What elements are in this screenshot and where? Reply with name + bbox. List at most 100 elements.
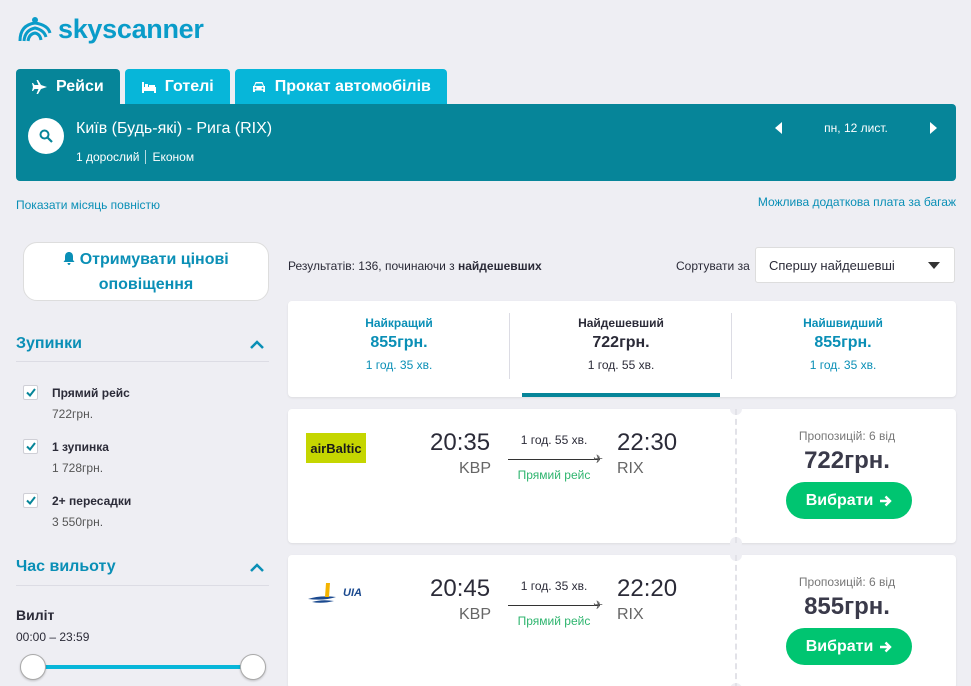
logo-sunrise-icon [18, 16, 52, 41]
departure-label: Виліт [16, 607, 55, 623]
summary-fastest[interactable]: Найшвидший 855грн. 1 год. 35 хв. [732, 301, 954, 397]
tab-hotels-label: Готелі [164, 77, 214, 95]
arrow-right-icon [880, 495, 893, 506]
divider [735, 409, 737, 543]
departure-slider-start-handle[interactable] [20, 654, 46, 680]
product-tabs: Рейси Готелі Прокат автомобілів [16, 69, 447, 104]
edit-search-button[interactable] [28, 118, 64, 154]
tab-car-hire[interactable]: Прокат автомобілів [234, 69, 447, 104]
airline-name: UIA [343, 587, 362, 599]
flight-result-card[interactable]: UIA 20:45 KBP 1 год. 35 хв. ✈ Прямий рей… [288, 549, 956, 686]
flight-price: 722грн. [804, 447, 890, 474]
departure-airport: KBP [459, 460, 492, 477]
tab-flights[interactable]: Рейси [16, 69, 120, 104]
car-icon [252, 81, 265, 92]
chevron-right-icon [930, 122, 937, 134]
departure-slider-end-handle[interactable] [240, 654, 266, 680]
results-count: Результатів: 136, починаючи з найдешевши… [288, 259, 542, 273]
stops-one-price: 1 728грн. [52, 461, 104, 475]
checkmark-icon [25, 496, 36, 505]
select-flight-button[interactable]: Вибрати [786, 482, 912, 519]
flight-price: 855грн. [804, 593, 890, 620]
bed-icon [141, 81, 156, 93]
next-date-button[interactable] [926, 121, 940, 135]
departure-time: 20:35 [430, 429, 491, 456]
divider [735, 555, 737, 686]
caret-down-icon [928, 262, 940, 269]
departure-time-filter-title[interactable]: Час вильоту [16, 558, 116, 576]
sort-label: Сортувати за [676, 259, 750, 273]
arrival-airport: RIX [617, 606, 644, 623]
show-whole-month-link[interactable]: Показати місяць повністю [16, 198, 160, 212]
airbaltic-logo: airBaltic [306, 433, 366, 463]
summary-best-title: Найкращий [365, 316, 433, 330]
uia-logo-mark-icon [308, 583, 336, 603]
price-alerts-line1: Отримувати цінові [79, 250, 229, 268]
summary-cheapest[interactable]: Найдешевший 722грн. 1 год. 55 хв. [510, 301, 732, 397]
departure-range: 00:00 – 23:59 [16, 630, 90, 644]
stops-info: Прямий рейс [517, 614, 591, 628]
summary-fastest-title: Найшвидший [803, 316, 883, 330]
stops-one-checkbox[interactable] [23, 439, 38, 454]
results-count-sort: найдешевших [458, 259, 542, 273]
passengers-text: 1 дорослий [76, 150, 140, 164]
route-text: Київ (Будь-які) - Рига (RIX) [76, 120, 273, 137]
flight-result-card[interactable]: airBaltic 20:35 KBP 1 год. 55 хв. ✈ Прям… [288, 403, 956, 549]
airline-name: airBaltic [310, 440, 362, 456]
selected-date[interactable]: пн, 12 лист. [786, 121, 926, 135]
stops-two-plus-label: 2+ пересадки [52, 494, 132, 508]
offers-count: Пропозицій: 6 від [798, 429, 896, 443]
divider [16, 361, 269, 362]
date-navigator: пн, 12 лист. [772, 121, 940, 135]
results-count-prefix: Результатів: 136, починаючи з [288, 259, 458, 273]
offers-count: Пропозицій: 6 від [798, 575, 896, 589]
summary-best-duration: 1 год. 35 хв. [365, 358, 433, 372]
arrow-right-icon [880, 641, 893, 652]
stops-one-label: 1 зупинка [52, 440, 109, 454]
departure-slider-track[interactable] [33, 665, 253, 669]
passenger-cabin-info: 1 дорослий Економ [76, 150, 194, 164]
price-alerts-button[interactable]: Отримувати цінові оповіщення [23, 242, 269, 301]
select-flight-label: Вибрати [805, 637, 874, 655]
cabin-text: Економ [152, 150, 195, 164]
chevron-up-icon[interactable] [249, 340, 265, 350]
summary-best-price: 855грн. [370, 334, 428, 351]
plane-icon: ✈ [593, 598, 604, 612]
departure-time: 20:45 [430, 575, 491, 602]
tab-hotels[interactable]: Готелі [124, 69, 230, 104]
previous-date-button[interactable] [772, 121, 786, 135]
checkmark-icon [25, 388, 36, 397]
plane-icon [32, 79, 47, 94]
flight-duration: 1 год. 55 хв. [520, 433, 588, 447]
arrival-time: 22:30 [617, 429, 678, 456]
stops-info: Прямий рейс [517, 468, 591, 482]
selected-tab-indicator [522, 393, 720, 397]
summary-cheapest-title: Найдешевший [578, 316, 664, 330]
summary-fastest-duration: 1 год. 35 хв. [809, 358, 877, 372]
result-summary-tabs: Найкращий 855грн. 1 год. 35 хв. Найдешев… [288, 301, 956, 397]
stops-two-plus-price: 3 550грн. [52, 515, 104, 529]
select-flight-label: Вибрати [805, 491, 874, 509]
divider [16, 585, 269, 586]
chevron-up-icon[interactable] [249, 563, 265, 573]
stops-direct-label: Прямий рейс [52, 386, 130, 400]
summary-best[interactable]: Найкращий 855грн. 1 год. 35 хв. [288, 301, 510, 397]
search-icon [39, 129, 53, 143]
sort-select-value: Спершу найдешевші [769, 258, 895, 273]
stops-direct-checkbox[interactable] [23, 385, 38, 400]
tab-car-hire-label: Прокат автомобілів [274, 77, 431, 95]
baggage-fee-link[interactable]: Можлива додаткова плата за багаж [758, 195, 956, 209]
summary-cheapest-price: 722грн. [592, 334, 650, 351]
search-summary-bar[interactable]: Київ (Будь-які) - Рига (RIX) 1 дорослий … [16, 104, 956, 181]
sort-select[interactable]: Спершу найдешевші [755, 247, 955, 283]
brand-name: skyscanner [58, 14, 204, 44]
select-flight-button[interactable]: Вибрати [786, 628, 912, 665]
price-alerts-line2: оповіщення [98, 275, 194, 293]
arrival-time: 22:20 [617, 575, 678, 602]
stops-two-plus-checkbox[interactable] [23, 493, 38, 508]
stops-filter-title[interactable]: Зупинки [16, 335, 82, 353]
arrival-airport: RIX [617, 460, 644, 477]
divider [145, 150, 147, 164]
skyscanner-logo[interactable]: skyscanner [16, 14, 204, 45]
plane-icon: ✈ [593, 452, 604, 466]
